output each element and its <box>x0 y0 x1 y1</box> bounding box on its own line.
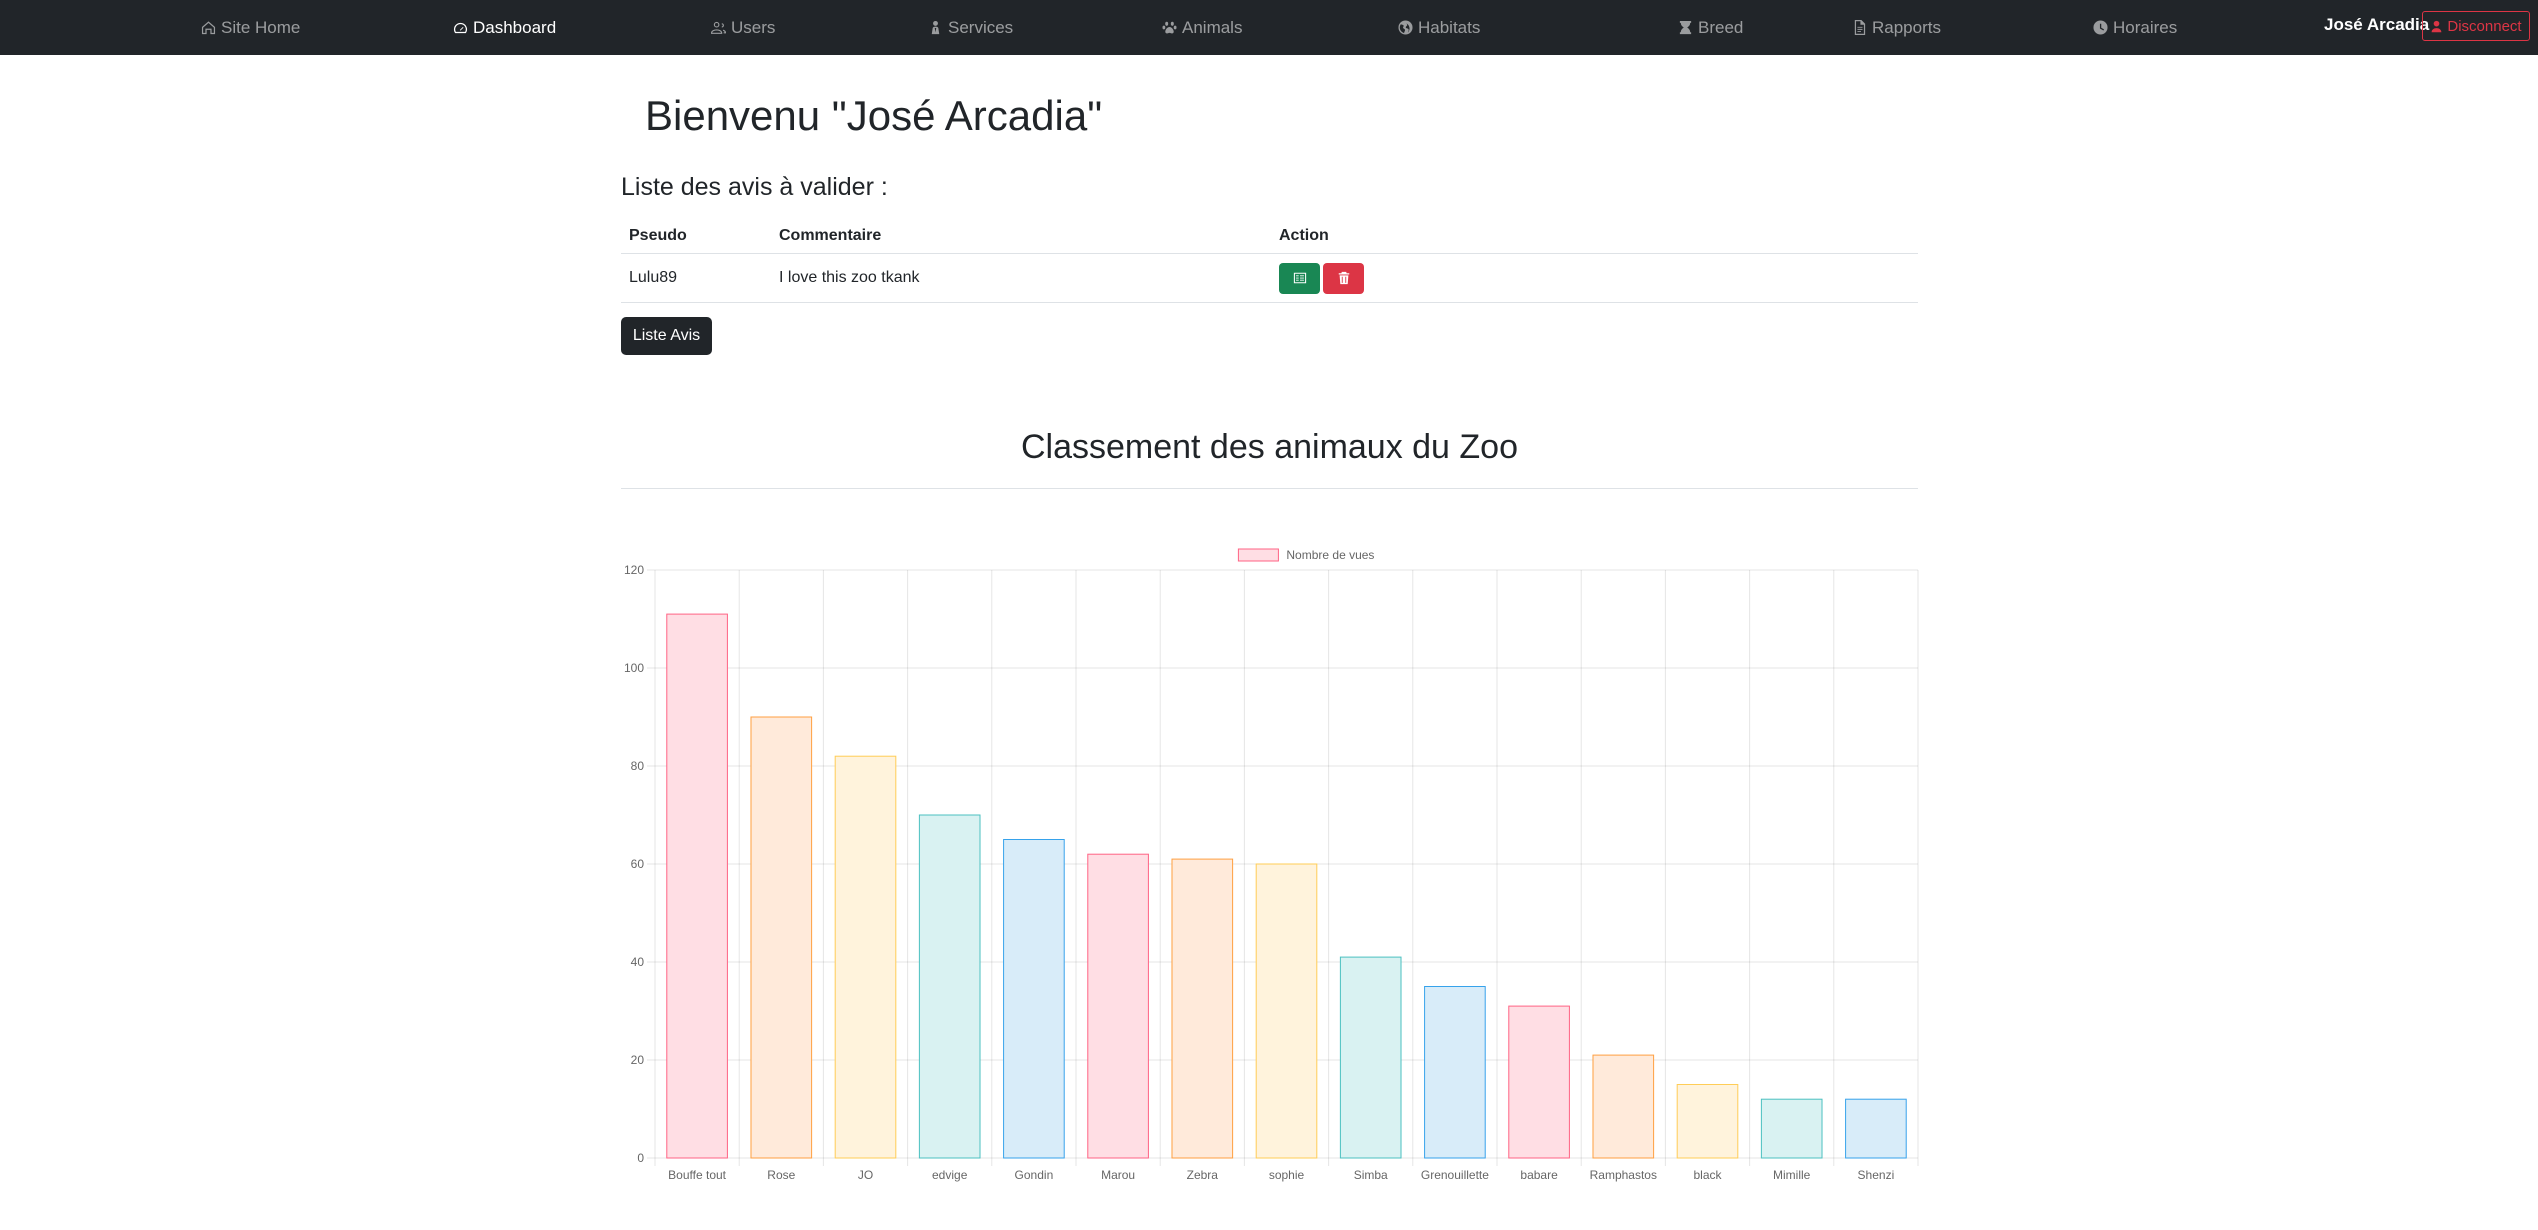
disconnect-label: Disconnect <box>2447 17 2522 35</box>
clock-icon <box>2093 20 2108 35</box>
x-tick-label: Bouffe tout <box>668 1168 726 1182</box>
trash-icon <box>1338 271 1349 285</box>
x-tick-label: Shenzi <box>1858 1168 1895 1182</box>
column-header-action: Action <box>1271 218 1918 254</box>
legend-swatch <box>1237 548 1279 562</box>
person-service-icon <box>931 20 940 35</box>
review-pseudo: Lulu89 <box>621 253 771 303</box>
nav-services[interactable]: Services <box>928 0 1013 55</box>
nav-habitats-label: Habitats <box>1418 17 1481 37</box>
review-actions <box>1271 253 1918 303</box>
x-tick-label: edvige <box>932 1168 968 1182</box>
nav-rapports[interactable]: Rapports <box>1852 0 1941 55</box>
speedometer-icon <box>453 22 468 34</box>
bar-shenzi <box>1845 1098 1907 1159</box>
review-comment: I love this zoo tkank <box>771 253 1271 303</box>
x-tick-label: babare <box>1520 1168 1558 1182</box>
nav-users[interactable]: Users <box>711 0 775 55</box>
nav-users-label: Users <box>731 17 776 37</box>
y-tick-label: 60 <box>631 857 645 871</box>
y-tick-label: 20 <box>631 1053 645 1067</box>
x-tick-label: black <box>1693 1168 1722 1182</box>
hourglass-icon <box>1679 20 1692 35</box>
paw-icon <box>1162 21 1177 34</box>
y-tick-label: 80 <box>631 759 645 773</box>
bar-mimille <box>1760 1098 1823 1159</box>
reviews-table: Pseudo Commentaire Action Lulu89 I love … <box>621 218 1918 303</box>
home-icon <box>201 21 216 35</box>
bar-zebra <box>1171 858 1234 1159</box>
person-icon <box>2432 20 2442 32</box>
bar-gondin <box>1003 839 1065 1159</box>
nav-horaires[interactable]: Horaires <box>2093 0 2177 55</box>
bar-marou <box>1087 853 1149 1159</box>
x-tick-label: Mimille <box>1773 1168 1811 1182</box>
bar-jo <box>834 755 897 1159</box>
reviews-section-title: Liste des avis à valider : <box>621 173 888 201</box>
bar-rose <box>750 716 813 1159</box>
nav-breed[interactable]: Breed <box>1678 0 1743 55</box>
bar-grenouillette <box>1424 986 1486 1159</box>
card-checklist-icon <box>1293 272 1306 284</box>
nav-habitats[interactable]: Habitats <box>1398 0 1480 55</box>
divider <box>621 488 1918 489</box>
bar-sophie <box>1255 863 1318 1159</box>
users-icon <box>711 21 726 34</box>
bar-edvige <box>918 814 981 1159</box>
x-tick-label: Rose <box>767 1168 795 1182</box>
nav-site-home-label: Site Home <box>221 17 301 37</box>
bar-ramphastos <box>1592 1054 1655 1159</box>
nav-dashboard-label: Dashboard <box>473 17 557 37</box>
table-header-row: Pseudo Commentaire Action <box>621 218 1918 254</box>
legend-label: Nombre de vues <box>1286 548 1374 562</box>
x-tick-label: Grenouillette <box>1421 1168 1489 1182</box>
current-user-name: José Arcadia <box>2324 15 2430 34</box>
chart-section-title: Classement des animaux du Zoo <box>1020 428 1519 466</box>
page-title: Bienvenu "José Arcadia" <box>645 92 1103 139</box>
nav-site-home[interactable]: Site Home <box>201 0 300 55</box>
bar-simba <box>1339 956 1402 1159</box>
nav-dashboard[interactable]: Dashboard <box>453 0 556 55</box>
x-tick-label: sophie <box>1269 1168 1305 1182</box>
document-icon <box>1854 20 1866 35</box>
nav-rapports-label: Rapports <box>1872 17 1941 37</box>
y-tick-label: 40 <box>631 955 645 969</box>
nav-animals[interactable]: Animals <box>1162 0 1242 55</box>
bar-babare <box>1508 1005 1570 1159</box>
liste-avis-button[interactable]: Liste Avis <box>621 317 712 355</box>
nav-services-label: Services <box>948 17 1014 37</box>
nav-breed-label: Breed <box>1698 17 1744 37</box>
column-header-commentaire: Commentaire <box>771 218 1271 254</box>
disconnect-button[interactable]: Disconnect <box>2422 11 2530 41</box>
y-tick-label: 120 <box>624 563 644 577</box>
x-tick-label: Marou <box>1101 1168 1135 1182</box>
nav-horaires-label: Horaires <box>2113 17 2178 37</box>
x-tick-label: Gondin <box>1015 1168 1054 1182</box>
bar-black <box>1676 1084 1739 1159</box>
y-tick-label: 100 <box>624 661 644 675</box>
globe-icon <box>1398 20 1413 35</box>
table-row: Lulu89 I love this zoo tkank <box>621 253 1918 303</box>
nav-animals-label: Animals <box>1182 17 1243 37</box>
validate-review-button[interactable] <box>1279 262 1320 294</box>
column-header-pseudo: Pseudo <box>621 218 771 254</box>
x-tick-label: Ramphastos <box>1590 1168 1657 1182</box>
x-tick-label: Zebra <box>1187 1168 1219 1182</box>
x-tick-label: Simba <box>1354 1168 1388 1182</box>
bar-bouffe-tout <box>666 613 728 1159</box>
x-tick-label: JO <box>858 1168 873 1182</box>
y-tick-label: 0 <box>637 1151 644 1165</box>
animals-ranking-chart: 0 20 40 60 80 100 120 Bouffe tout Rose JO edvige Go… <box>624 548 1919 1182</box>
delete-review-button[interactable] <box>1323 262 1364 294</box>
top-navbar: Site Home Dashboard Users Services Anima… <box>0 0 2538 55</box>
